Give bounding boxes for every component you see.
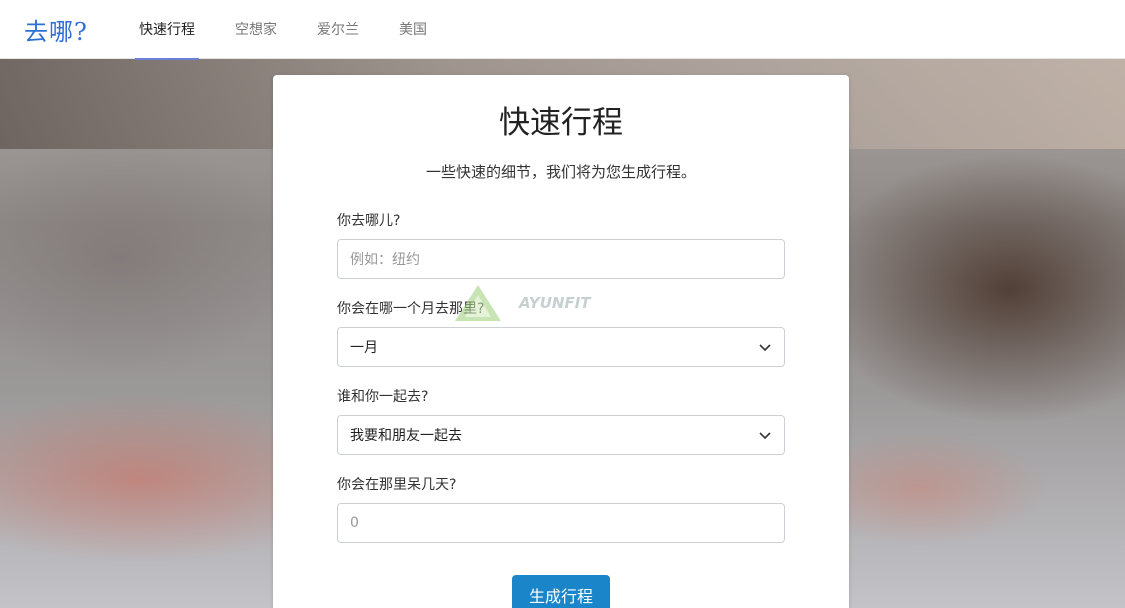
destination-input[interactable]: 例如：纽约 bbox=[337, 239, 785, 279]
top-navbar: 去哪? 快速行程 空想家 爱尔兰 美国 bbox=[0, 0, 1125, 60]
card-subtitle: 一些快速的细节，我们将为您生成行程。 bbox=[425, 163, 696, 181]
main-nav: 快速行程 空想家 爱尔兰 美国 bbox=[135, 0, 463, 60]
nav-item-dreamer[interactable]: 空想家 bbox=[231, 0, 281, 59]
quick-trip-card: 快速行程 一些快速的细节，我们将为您生成行程。 你去哪儿? 例如：纽约 你会在哪… bbox=[273, 75, 849, 608]
companion-label: 谁和你一起去? bbox=[337, 389, 429, 405]
days-placeholder: 0 bbox=[350, 515, 359, 531]
nav-item-usa[interactable]: 美国 bbox=[395, 0, 431, 59]
chevron-down-icon bbox=[759, 432, 771, 440]
month-select[interactable]: 一月 bbox=[337, 327, 785, 367]
card-title: 快速行程 bbox=[499, 105, 623, 141]
chevron-down-icon bbox=[759, 344, 771, 352]
generate-itinerary-button[interactable]: 生成行程 bbox=[512, 575, 610, 608]
month-label: 你会在哪一个月去那里? bbox=[337, 301, 485, 317]
destination-placeholder: 例如：纽约 bbox=[350, 252, 420, 268]
month-value: 一月 bbox=[350, 340, 378, 356]
nav-item-ireland[interactable]: 爱尔兰 bbox=[313, 0, 363, 59]
destination-label: 你去哪儿? bbox=[337, 213, 401, 229]
days-input[interactable]: 0 bbox=[337, 503, 785, 543]
brand-logo[interactable]: 去哪? bbox=[24, 12, 124, 47]
nav-item-quick-trip[interactable]: 快速行程 bbox=[135, 0, 199, 60]
days-label: 你会在那里呆几天? bbox=[337, 477, 457, 493]
companion-select[interactable]: 我要和朋友一起去 bbox=[337, 415, 785, 455]
companion-value: 我要和朋友一起去 bbox=[350, 428, 462, 444]
